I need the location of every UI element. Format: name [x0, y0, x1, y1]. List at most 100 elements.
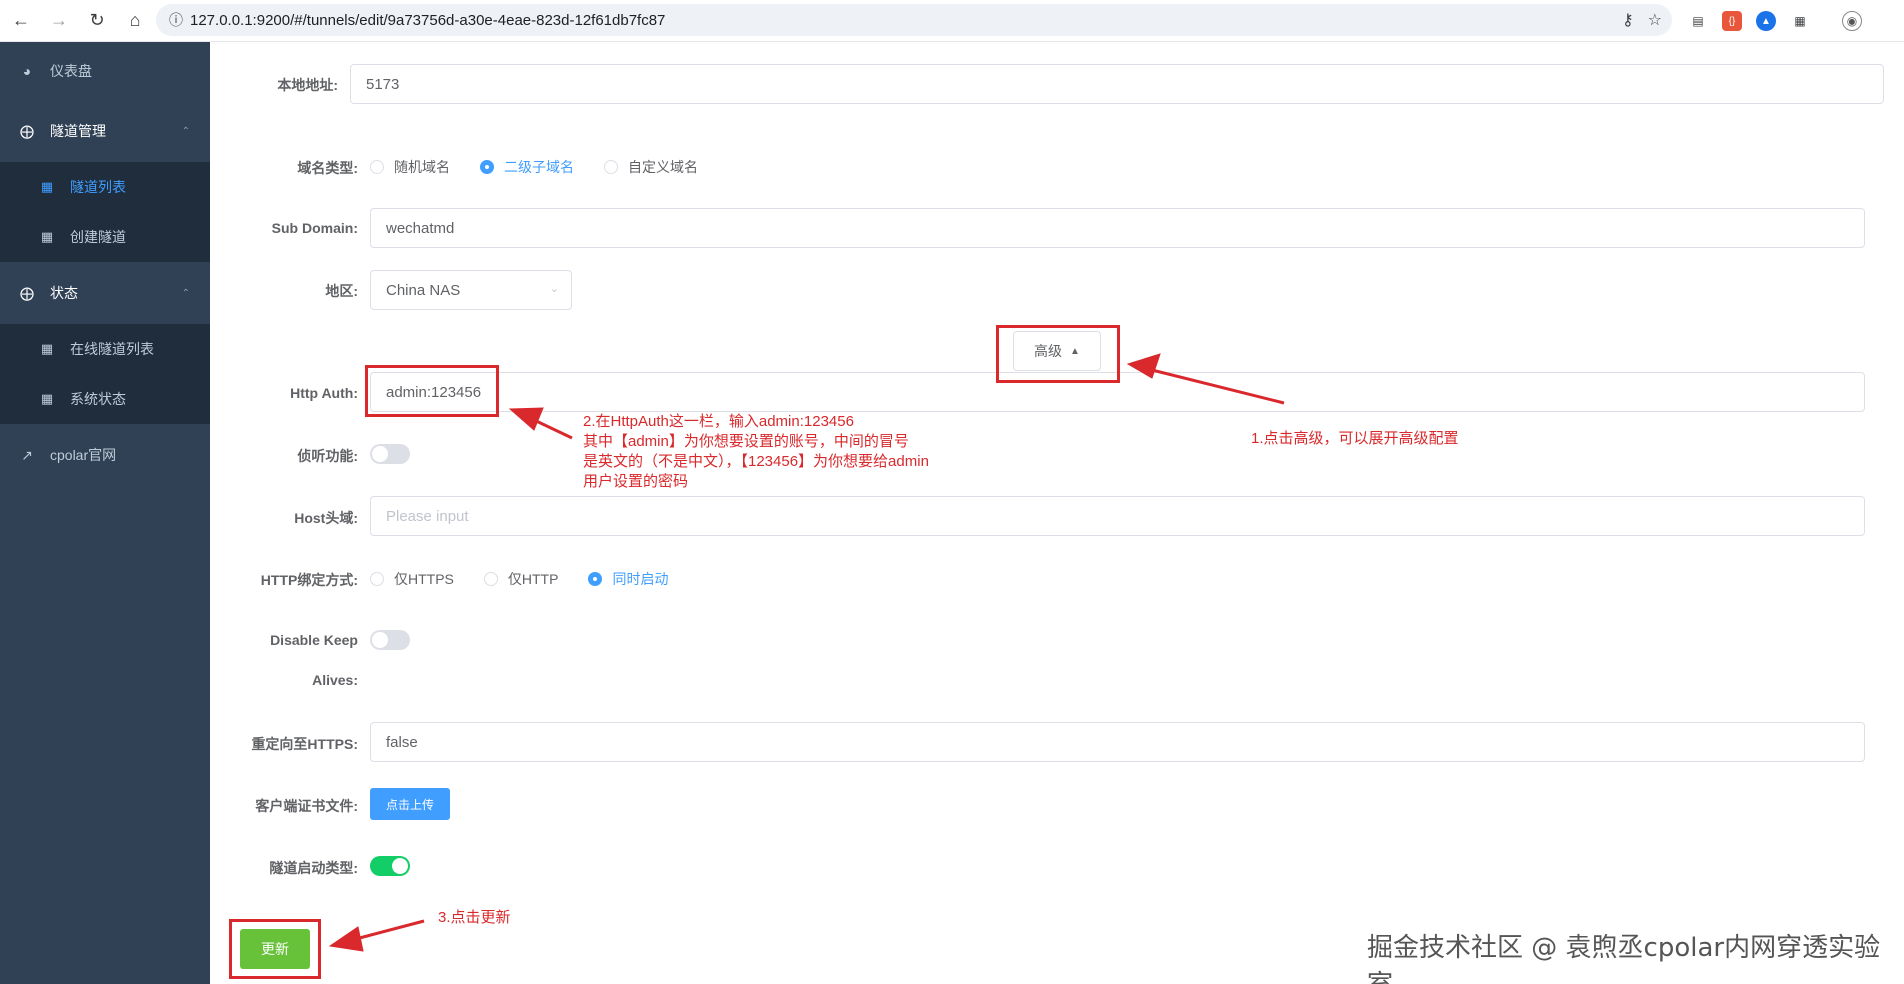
sidebar-item-label: 系统状态 — [70, 391, 126, 407]
reload-icon[interactable]: ↻ — [80, 4, 114, 38]
address-bar[interactable]: ⓘ 127.0.0.1:9200/#/tunnels/edit/9a73756d… — [156, 4, 1672, 36]
region-selected-value: China NAS — [386, 281, 461, 299]
redirect-https-label: 重定向至HTTPS: — [251, 736, 358, 752]
radio-subdomain[interactable]: 二级子域名 — [480, 157, 574, 177]
keepalive-label-line1: Disable Keep — [270, 632, 358, 648]
listen-switch[interactable] — [370, 444, 410, 464]
radio-dot — [588, 572, 603, 586]
sidebar-item-label: cpolar官网 — [50, 447, 117, 463]
sidebar-item-official-site[interactable]: ↗ cpolar官网 — [0, 424, 210, 486]
extension-red-icon[interactable]: {} — [1722, 11, 1742, 31]
radio-dot — [370, 160, 384, 174]
annotation-step3: 3.点击更新 — [438, 909, 511, 926]
forward-icon[interactable]: → — [42, 4, 76, 38]
annotation-box-http-auth — [365, 365, 499, 417]
sidebar-item-label: 隧道管理 — [50, 123, 106, 139]
extensions-puzzle-icon[interactable]: ▦ — [1790, 11, 1810, 31]
subdomain-input[interactable]: wechatmd — [370, 208, 1865, 248]
annotation-box-update — [229, 919, 321, 979]
extension-blue-icon[interactable]: ▲ — [1756, 11, 1776, 31]
sidebar-item-system-status[interactable]: ▦ 系统状态 — [0, 374, 210, 424]
annotation-arrows — [328, 353, 1285, 952]
watermark-text: 掘金技术社区 @ 袁煦丞cpolar内网穿透实验室 — [1367, 933, 1881, 984]
annotation-step2-line4: 用户设置的密码 — [583, 473, 689, 490]
annotation-step1: 1.点击高级，可以展开高级配置 — [1251, 430, 1459, 447]
radio-label: 二级子域名 — [504, 159, 574, 175]
upload-button[interactable]: 点击上传 — [370, 788, 450, 820]
sidebar-item-online-tunnels[interactable]: ▦ 在线隧道列表 — [0, 324, 210, 374]
sidebar: ◕ 仪表盘 ⨁ 隧道管理 ⌃ ▦ 隧道列表 ▦ 创建隧道 ⨁ 状态 ⌃ ▦ 在线… — [0, 42, 210, 984]
sidebar-item-tunnel-mgmt[interactable]: ⨁ 隧道管理 ⌃ — [0, 100, 210, 162]
sidebar-item-label: 状态 — [50, 285, 78, 301]
radio-dot — [483, 572, 498, 586]
region-select[interactable]: China NAS ⌄ — [370, 270, 572, 310]
chevron-up-icon: ⌃ — [181, 125, 190, 137]
host-header-label: Host头域: — [294, 510, 358, 526]
host-header-input[interactable]: Please input — [370, 496, 1865, 536]
bind-mode-label: HTTP绑定方式: — [260, 572, 358, 588]
radio-dot — [370, 572, 384, 586]
plus-circle-icon: ⨁ — [20, 284, 34, 301]
table-icon: ▦ — [40, 341, 54, 356]
client-cert-label: 客户端证书文件: — [255, 798, 358, 814]
annotation-step2-line1: 2.在HttpAuth这一栏，输入admin:123456 — [583, 413, 854, 430]
sidebar-item-create-tunnel[interactable]: ▦ 创建隧道 — [0, 212, 210, 262]
subdomain-label: Sub Domain: — [271, 220, 358, 236]
keepalive-switch[interactable] — [370, 630, 410, 650]
radio-random-domain[interactable]: 随机域名 — [370, 157, 450, 177]
startup-type-switch[interactable] — [370, 856, 410, 876]
table-icon: ▦ — [40, 179, 54, 194]
radio-both[interactable]: 同时启动 — [588, 569, 668, 589]
radio-https-only[interactable]: 仅HTTPS — [370, 569, 454, 589]
radio-label: 仅HTTPS — [394, 571, 454, 587]
site-info-icon[interactable]: ⓘ — [162, 10, 190, 30]
redirect-https-input[interactable]: false — [370, 722, 1865, 762]
arrow-to-http-auth — [531, 417, 573, 440]
sidebar-item-label: 仪表盘 — [50, 63, 92, 79]
region-label: 地区: — [325, 283, 358, 299]
sidebar-item-label: 在线隧道列表 — [70, 341, 154, 357]
radio-label: 同时启动 — [612, 571, 669, 587]
home-icon[interactable]: ⌂ — [118, 4, 152, 38]
back-icon[interactable]: ← — [4, 4, 38, 38]
url-text: 127.0.0.1:9200/#/tunnels/edit/9a73756d-a… — [190, 11, 666, 29]
radio-custom-domain[interactable]: 自定义域名 — [604, 157, 698, 177]
bookmark-star-icon[interactable]: ☆ — [1648, 10, 1662, 30]
domain-type-radio-group: 随机域名 二级子域名 自定义域名 — [370, 157, 728, 177]
arrow-to-update — [351, 919, 425, 942]
sidebar-item-label: 隧道列表 — [70, 179, 126, 195]
dashboard-icon: ◕ — [22, 63, 32, 79]
annotation-box-advanced — [996, 325, 1120, 383]
chevron-up-icon: ⌃ — [181, 287, 190, 299]
domain-type-label: 域名类型: — [297, 160, 358, 176]
sidebar-item-label: 创建隧道 — [70, 229, 126, 245]
annotation-step2-line2: 其中【admin】为你想要设置的账号，中间的冒号 — [583, 433, 909, 450]
radio-label: 自定义域名 — [628, 159, 698, 175]
key-icon[interactable]: ⚷ — [1622, 10, 1634, 30]
reading-list-icon[interactable]: ▤ — [1688, 11, 1708, 31]
http-auth-label: Http Auth: — [290, 385, 358, 401]
annotation-step2-line3: 是英文的（不是中文），【123456】为你想要给admin — [583, 453, 929, 470]
radio-label: 随机域名 — [394, 159, 450, 175]
radio-label: 仅HTTP — [507, 571, 559, 587]
radio-http-only[interactable]: 仅HTTP — [483, 569, 559, 589]
keepalive-label-line2: Alives: — [312, 672, 358, 688]
startup-type-label: 隧道启动类型: — [269, 860, 358, 876]
radio-dot — [480, 160, 494, 174]
browser-toolbar: ← → ↻ ⌂ ⓘ 127.0.0.1:9200/#/tunnels/edit/… — [0, 0, 1904, 42]
external-link-icon: ↗ — [21, 446, 33, 463]
bind-mode-radio-group: 仅HTTPS 仅HTTP 同时启动 — [370, 569, 698, 589]
arrow-head-update — [328, 926, 364, 952]
radio-dot — [604, 160, 618, 174]
sidebar-item-tunnel-list[interactable]: ▦ 隧道列表 — [0, 162, 210, 212]
chevron-down-icon: ⌄ — [549, 283, 559, 295]
listen-label: 侦听功能: — [297, 448, 358, 464]
table-icon: ▦ — [40, 391, 54, 406]
local-addr-input[interactable]: 5173 — [350, 64, 1884, 104]
table-icon: ▦ — [40, 229, 54, 244]
local-addr-label: 本地地址: — [277, 77, 338, 93]
profile-avatar-icon[interactable]: ◉ — [1842, 11, 1862, 31]
sidebar-item-dashboard[interactable]: ◕ 仪表盘 — [0, 42, 210, 100]
plus-circle-icon: ⨁ — [20, 122, 34, 139]
sidebar-item-status[interactable]: ⨁ 状态 ⌃ — [0, 262, 210, 324]
